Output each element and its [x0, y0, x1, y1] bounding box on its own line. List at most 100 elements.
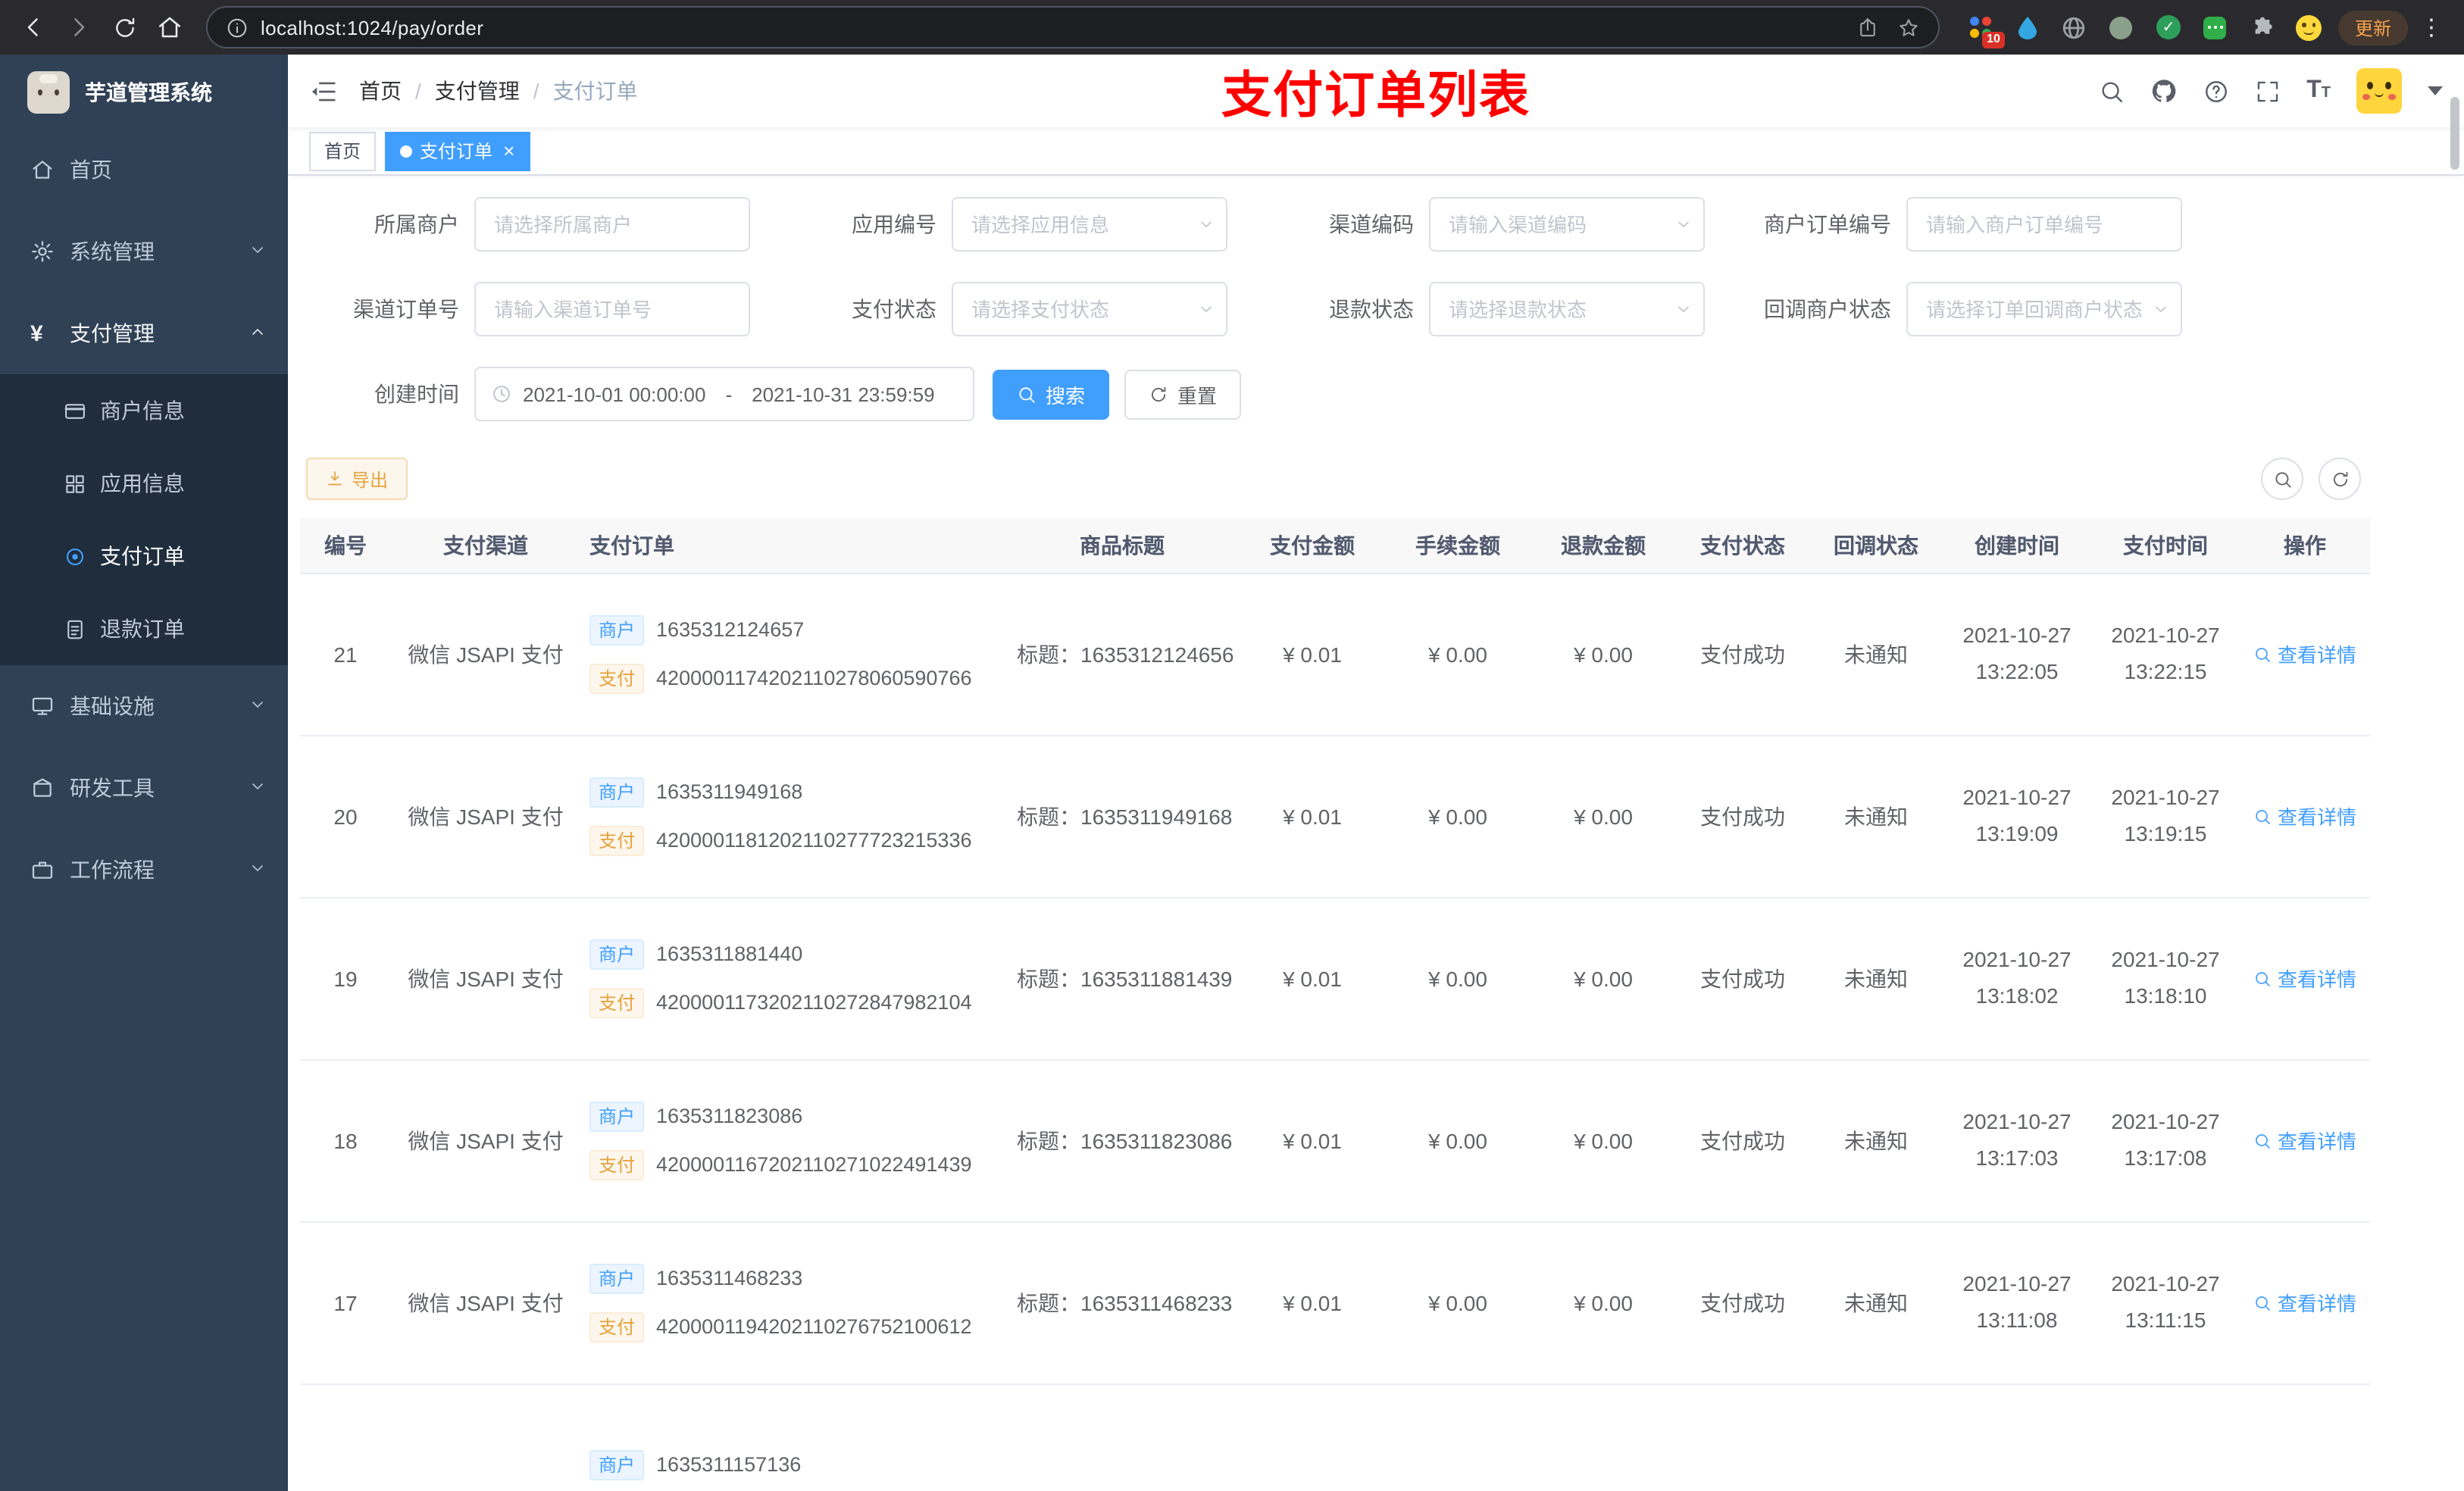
font-size-icon[interactable]: TT: [2306, 77, 2331, 105]
sidebar-item-home[interactable]: 首页: [0, 129, 288, 211]
app-title: 芋道管理系统: [85, 80, 212, 104]
cell-id: 21: [300, 573, 391, 736]
browser-update-button[interactable]: 更新: [2337, 10, 2408, 45]
tab-pay-order[interactable]: 支付订单 ×: [385, 131, 530, 170]
filter-input[interactable]: [1429, 282, 1705, 336]
sidebar-item-merchant-info[interactable]: 商户信息: [0, 374, 288, 447]
filter-field: 商户订单编号: [1732, 197, 2182, 252]
export-button[interactable]: 导出: [306, 458, 408, 500]
filter-input[interactable]: [474, 282, 750, 336]
globe-extension-icon[interactable]: [2058, 11, 2091, 44]
column-header: 手续金额: [1385, 518, 1531, 574]
cell-pay-time: 2021-10-27 13:11:15: [2091, 1221, 2240, 1384]
filter-input[interactable]: [474, 197, 750, 252]
browser-forward-icon[interactable]: [58, 6, 100, 48]
sidebar-item-refund-order[interactable]: 退款订单: [0, 592, 288, 665]
table-row: 18 微信 JSAPI 支付 商户 1635311823086 支付 42000…: [300, 1059, 2370, 1222]
main-area: 首页 / 支付管理 / 支付订单 支付订单列表 TT 首页 支付订单 × 所属商…: [288, 55, 2464, 1491]
view-detail-link[interactable]: 查看详情: [2253, 964, 2356, 992]
url-text[interactable]: localhost:1024/pay/order: [261, 16, 1844, 39]
browser-back-icon[interactable]: [12, 6, 55, 48]
yen-icon: ¥: [30, 320, 43, 346]
extension-colorful-icon[interactable]: 10: [1964, 11, 2005, 48]
user-avatar[interactable]: [2356, 68, 2402, 114]
reset-button[interactable]: 重置: [1124, 369, 1242, 419]
browser-reload-icon[interactable]: [103, 6, 145, 48]
chat-extension-icon[interactable]: [2199, 11, 2232, 44]
view-detail-link[interactable]: 查看详情: [2253, 1126, 2356, 1155]
filter-input-wrap: [952, 282, 1227, 336]
pay-order-line: 支付 4200001194202110276752100612: [589, 1311, 972, 1342]
table-toolbar-right: [2261, 458, 2361, 500]
address-bar[interactable]: localhost:1024/pay/order: [206, 6, 1940, 48]
filter-label: 回调商户状态: [1764, 297, 1891, 321]
github-icon[interactable]: [2150, 77, 2178, 105]
check-extension-icon[interactable]: ✓: [2152, 11, 2185, 44]
profile-emoji-icon[interactable]: [2293, 11, 2326, 44]
cell-channel: 微信 JSAPI 支付: [391, 573, 580, 736]
search-button[interactable]: 搜索: [993, 369, 1110, 419]
gray-circle-extension-icon[interactable]: [2105, 11, 2138, 44]
pay-tag: 支付: [589, 1311, 645, 1342]
drop-extension-icon[interactable]: [2011, 11, 2044, 44]
app-logo[interactable]: 芋道管理系统: [0, 55, 288, 129]
toggle-search-button[interactable]: [2261, 458, 2303, 500]
merchant-order-line: 商户 1635311949168: [589, 777, 802, 807]
filter-field: 渠道订单号: [300, 282, 750, 336]
sidebar-item-pay-order[interactable]: 支付订单: [0, 520, 288, 592]
sidebar-item-system[interactable]: 系统管理: [0, 211, 288, 292]
page-scrollbar[interactable]: [2450, 97, 2459, 170]
filter-input[interactable]: [952, 282, 1227, 336]
pay-tag: 支付: [589, 825, 645, 855]
cell-channel: 微信 JSAPI 支付: [391, 735, 580, 898]
merchant-order-line: 商户 1635311468233: [589, 1263, 802, 1293]
cell-fee-amount: ¥ 0.00: [1385, 573, 1531, 736]
share-icon[interactable]: [1856, 16, 1879, 39]
date-range-input[interactable]: 2021-10-01 00:00:00 - 2021-10-31 23:59:5…: [474, 367, 974, 421]
filter-row-1: 所属商户 应用编号 渠道编码 商户订单编号: [300, 197, 2464, 252]
cell-pay-order: 商户 1635311949168 支付 42000011812021102777…: [580, 735, 1005, 898]
navbar-actions: TT: [2099, 68, 2443, 114]
sidebar-item-app-info[interactable]: 应用信息: [0, 447, 288, 520]
sidebar-item-payment[interactable]: ¥ 支付管理: [0, 292, 288, 374]
column-header: 退款金额: [1531, 518, 1676, 574]
cell-fee-amount: ¥ 0.00: [1385, 1221, 1531, 1384]
question-icon[interactable]: [2203, 78, 2229, 104]
filter-input[interactable]: [1429, 197, 1705, 252]
sidebar-item-workflow[interactable]: 工作流程: [0, 829, 288, 911]
breadcrumb-home[interactable]: 首页: [359, 76, 402, 106]
filter-input[interactable]: [1906, 197, 2182, 252]
breadcrumb-payment[interactable]: 支付管理: [435, 76, 520, 106]
merchant-order-no: 1635312124657: [656, 618, 805, 641]
sidebar-item-devtools[interactable]: 研发工具: [0, 747, 288, 829]
sidebar-fold-icon[interactable]: [309, 77, 338, 105]
merchant-tag: 商户: [589, 1263, 645, 1293]
table-row: 21 微信 JSAPI 支付 商户 1635312124657 支付 42000…: [300, 573, 2370, 736]
refresh-button[interactable]: [2319, 458, 2361, 500]
puzzle-extensions-icon[interactable]: [2246, 11, 2279, 44]
pay-order-line: 支付 4200001173202110272847982104: [589, 987, 972, 1017]
view-detail-link[interactable]: 查看详情: [2253, 1288, 2356, 1317]
column-header: 编号: [300, 518, 391, 574]
pay-tag: 支付: [589, 1149, 645, 1180]
filter-input[interactable]: [952, 197, 1227, 252]
sidebar-item-infra[interactable]: 基础设施: [0, 665, 288, 747]
close-tab-icon[interactable]: ×: [500, 141, 514, 161]
avatar-caret-icon[interactable]: [2428, 86, 2443, 95]
site-info-icon[interactable]: [226, 16, 249, 39]
cell-create-time: 2021-10-27 13:18:02: [1943, 897, 2091, 1060]
filter-input[interactable]: [1906, 282, 2182, 336]
browser-home-icon[interactable]: [149, 6, 191, 48]
view-detail-link[interactable]: 查看详情: [2253, 639, 2356, 668]
column-header: 支付金额: [1240, 518, 1385, 574]
browser-menu-icon[interactable]: ⋮: [2411, 14, 2452, 41]
search-icon[interactable]: [2099, 78, 2125, 104]
column-header: 支付渠道: [391, 518, 580, 574]
fullscreen-icon[interactable]: [2255, 78, 2281, 104]
view-detail-link[interactable]: 查看详情: [2253, 802, 2356, 830]
bookmark-star-icon[interactable]: [1897, 16, 1920, 39]
tab-home[interactable]: 首页: [309, 131, 377, 170]
column-header: 商品标题: [1005, 518, 1240, 574]
cell-refund-amount: ¥ 0.00: [1531, 897, 1676, 1060]
column-header: 支付状态: [1676, 518, 1809, 574]
